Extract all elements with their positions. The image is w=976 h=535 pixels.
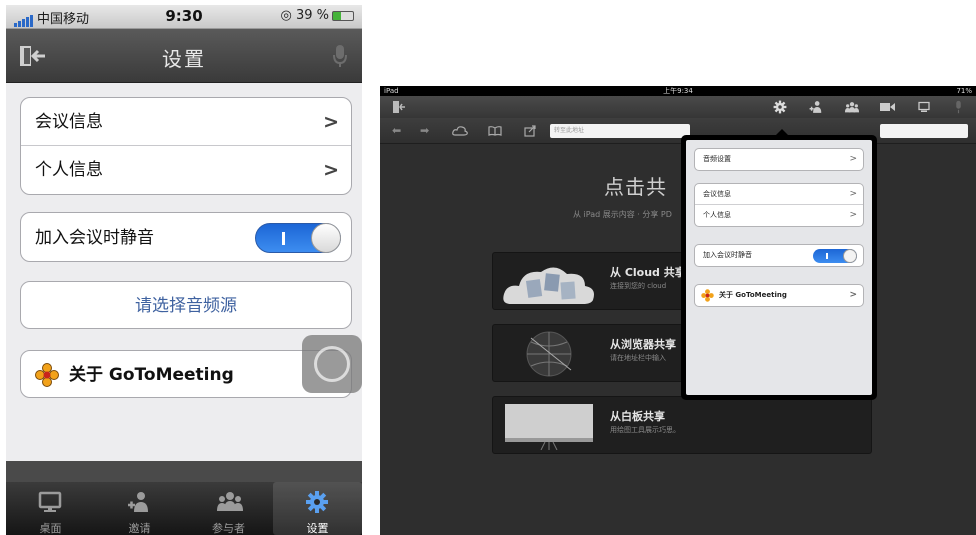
bookmarks-icon[interactable] [488,126,502,136]
tab-desktop-label: 桌面 [39,522,62,535]
ipad-top-bar [380,96,976,118]
audio-settings-label: 音频设置 [703,155,731,163]
chevron-right-icon: > [849,210,857,220]
search-input[interactable] [880,124,968,138]
tab-participants[interactable]: 参与者 [184,482,273,535]
share-subheading: 从 iPad 展示内容 · 分享 PD [573,210,672,219]
mute-group: 加入会议时静音 [20,212,352,262]
mute-row: 加入会议时静音 [695,245,863,266]
cloud-card-subtitle: 连接到您的 cloud [610,282,667,290]
participants-icon [217,492,243,511]
share-from-whiteboard-card[interactable]: 从白板共享 用绘图工具展示巧思。 [492,396,872,454]
meeting-info-label: 会议信息 [703,190,731,198]
battery-icon [332,10,354,21]
gear-icon [306,491,328,513]
tab-desktop[interactable]: 桌面 [6,482,95,535]
chevron-right-icon: > [849,290,857,300]
cloud-documents-icon [503,267,594,304]
forward-arrow-icon[interactable]: ➡ [420,124,429,137]
desktop-icon[interactable] [917,101,931,113]
battery-percent: 39 % [295,8,329,23]
mute-group: 加入会议时静音 [694,244,864,267]
about-row[interactable]: 关于 GoToMeeting > [695,285,863,306]
about-group: 关于 GoToMeeting > [694,284,864,307]
settings-popover: 音频设置 > 会议信息 > 个人信息 > 加入会议时静音 关于 GoToMeeting… [681,135,877,400]
chevron-right-icon: > [323,159,339,181]
invite-icon[interactable] [808,100,824,114]
gotomeeting-logo-icon [701,289,714,302]
invite-icon [128,492,148,512]
mute-label: 加入会议时静音 [703,251,752,259]
personal-info-label: 个人信息 [703,211,731,219]
meeting-info-row[interactable]: 会议信息 > [695,184,863,205]
select-audio-source-button[interactable]: 请选择音频源 [21,282,351,328]
lock-rotation-icon: ◎ [280,8,292,23]
participants-icon[interactable] [842,101,862,114]
browser-card-subtitle: 请在地址栏中输入 [610,354,666,362]
whiteboard-card-subtitle: 用绘图工具展示巧思。 [610,426,680,434]
divider-bar [6,461,362,482]
personal-info-row[interactable]: 个人信息 > [695,205,863,226]
tab-participants-label: 参与者 [212,522,245,535]
mute-label: 加入会议时静音 [35,228,154,248]
ipad-battery: 71% [956,87,972,95]
status-bar: 中国移动 9:30 ◎ 39 % [6,5,362,29]
gotomeeting-logo-icon [35,363,59,387]
assistive-touch-button[interactable] [302,335,362,393]
personal-info-row[interactable]: 个人信息 > [21,146,351,194]
meeting-info-label: 会议信息 [35,112,103,132]
back-arrow-icon[interactable]: ⬅ [392,124,401,137]
chevron-right-icon: > [849,154,857,164]
url-input[interactable]: 转至此地址 [550,124,690,138]
nav-bar: 设置 [6,29,362,83]
ipad-status-bar: iPad 上午9:34 71% [380,86,976,96]
cloud-card-title: 从 Cloud 共享 [610,266,686,279]
tab-invite-label: 邀请 [128,522,151,535]
microphone-icon[interactable] [954,100,963,114]
whiteboard-card-title: 从白板共享 [610,410,665,423]
share-icon[interactable] [524,125,537,137]
browser-toolbar: ⬅ ➡ 转至此地址 [380,118,976,144]
microphone-icon[interactable] [332,44,348,68]
page-title: 设置 [162,47,206,71]
phone-screen: 中国移动 9:30 ◎ 39 % 设置 会议信息 > 个人信息 > 加入会议时静… [6,5,362,535]
audio-source-group: 请选择音频源 [20,281,352,329]
about-label: 关于 GoToMeeting [69,365,234,385]
cloud-icon[interactable] [452,125,468,136]
share-heading: 点击共 [604,175,667,199]
info-group: 会议信息 > 个人信息 > [694,183,864,227]
tab-settings-label: 设置 [306,522,329,535]
info-group: 会议信息 > 个人信息 > [20,97,352,195]
meeting-info-row[interactable]: 会议信息 > [21,98,351,146]
battery-indicator: ◎ 39 % [280,8,354,23]
tab-settings[interactable]: 设置 [273,482,362,535]
tab-invite[interactable]: 邀请 [95,482,184,535]
browser-card-title: 从浏览器共享 [610,338,676,351]
exit-meeting-icon[interactable] [392,101,406,113]
mute-row: 加入会议时静音 [21,213,351,261]
gear-icon[interactable] [773,100,787,114]
mute-toggle[interactable] [255,223,341,253]
mute-toggle[interactable] [813,249,857,263]
globe-icon [526,331,572,377]
about-label: 关于 GoToMeeting [719,291,787,299]
personal-info-label: 个人信息 [35,160,103,180]
desktop-icon [38,491,62,512]
tab-bar: 桌面 邀请 参与者 设置 [6,482,362,535]
audio-settings-group: 音频设置 > [694,148,864,171]
audio-settings-row[interactable]: 音频设置 > [695,149,863,170]
whiteboard-icon [505,404,593,450]
ipad-screen: iPad 上午9:34 71% ⬅ ➡ 转至此地址 点击共 从 iPad 展示内… [380,86,976,535]
chevron-right-icon: > [323,111,339,133]
webcam-icon[interactable] [880,102,895,112]
chevron-right-icon: > [849,189,857,199]
ipad-status-time: 上午9:34 [663,87,693,95]
